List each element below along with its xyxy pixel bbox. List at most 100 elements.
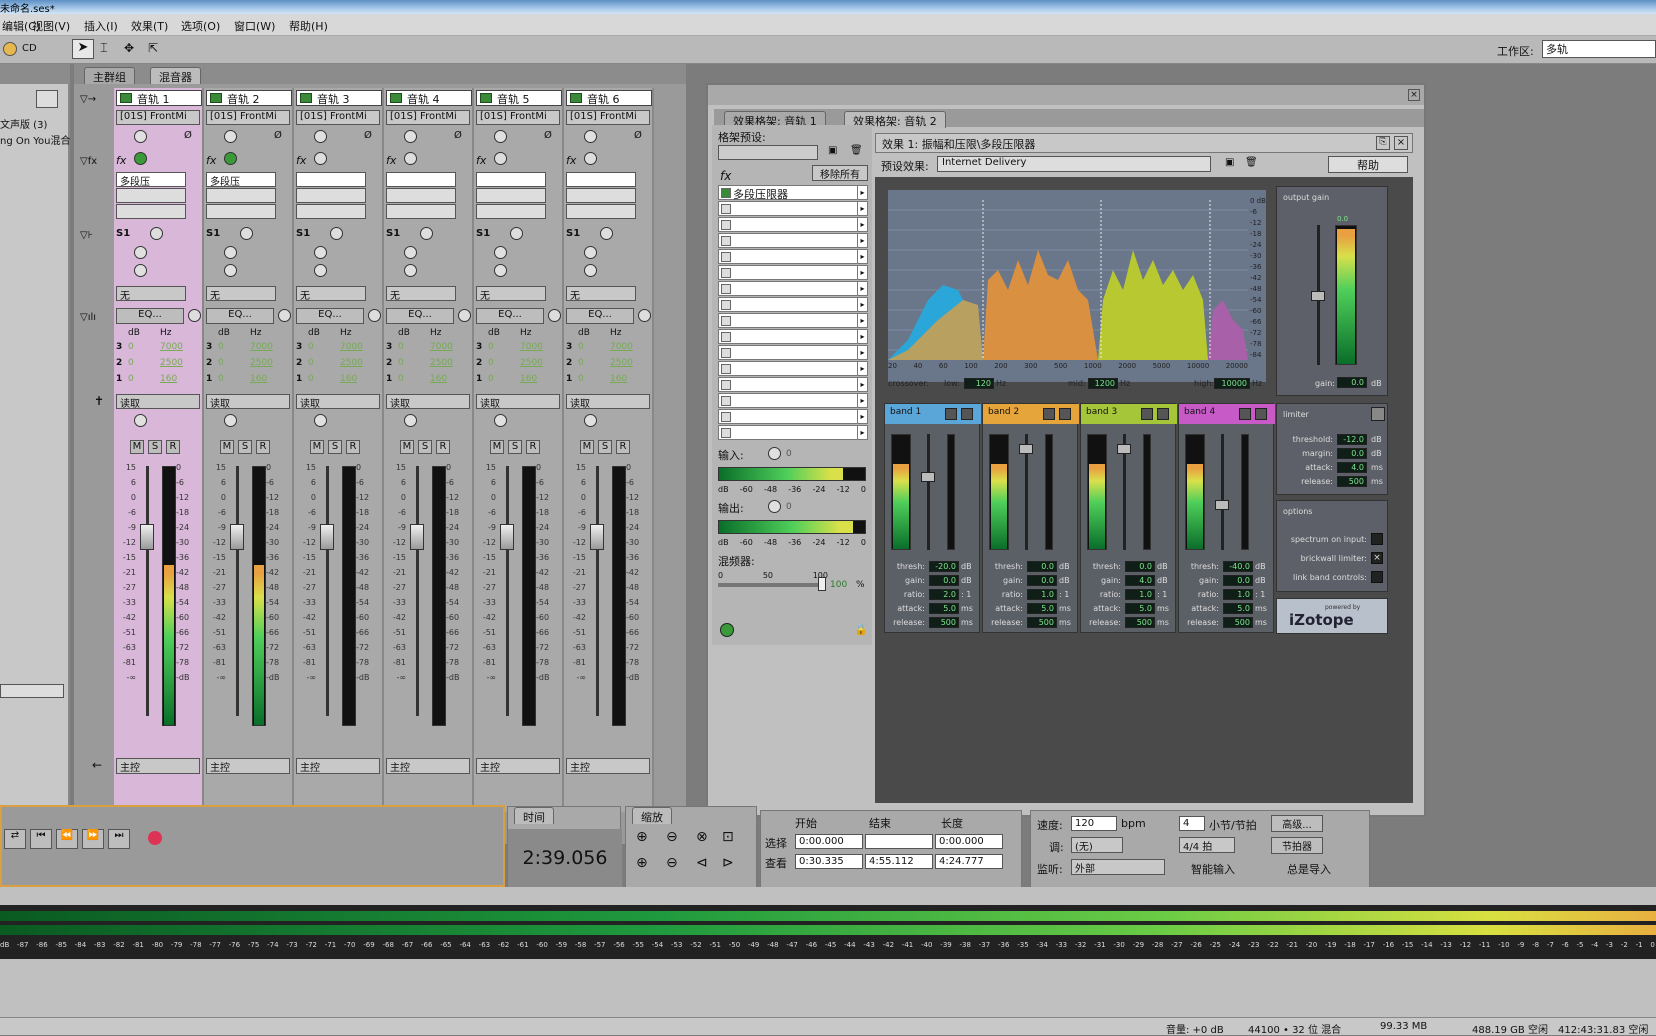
slot-power-icon[interactable] [721, 300, 731, 310]
hybrid-tool-icon[interactable]: ⇱ [148, 41, 158, 55]
eq-button[interactable]: EQ... [476, 308, 544, 324]
eq-power-icon[interactable] [368, 309, 381, 322]
automation-select[interactable]: 读取 [116, 394, 200, 409]
fx-slot[interactable] [206, 188, 276, 203]
panel-menu-icon[interactable] [36, 90, 58, 108]
record-icon[interactable] [148, 831, 162, 845]
limiter-release[interactable]: 500 [1337, 476, 1367, 487]
effect-slot[interactable]: ▸ [718, 377, 868, 392]
band-release-value[interactable]: 500 [929, 617, 959, 628]
effect-slot[interactable]: ▸ [718, 249, 868, 264]
power-icon[interactable] [494, 152, 507, 165]
band-solo-icon[interactable] [1043, 408, 1055, 420]
send-volume-knob[interactable] [314, 246, 327, 259]
fader-track[interactable] [146, 466, 149, 716]
zoom-right-icon[interactable]: ⊳ [722, 855, 734, 871]
input-select[interactable]: [01S] FrontMi [296, 110, 380, 125]
mute-button[interactable]: M [400, 440, 414, 454]
slot-power-icon[interactable] [721, 236, 731, 246]
eq-band-2-freq[interactable]: 2500 [610, 358, 633, 368]
eq-band-3-freq[interactable]: 7000 [340, 342, 363, 352]
send-pan-knob[interactable] [584, 264, 597, 277]
selection-end[interactable] [865, 834, 933, 849]
power-icon[interactable] [720, 623, 734, 637]
effect-slot[interactable]: ▸ [718, 201, 868, 216]
input-volume-knob[interactable] [404, 130, 417, 143]
fader-track[interactable] [326, 466, 329, 716]
eq-band-3-freq[interactable]: 7000 [520, 342, 543, 352]
slot-power-icon[interactable] [721, 284, 731, 294]
eq-band-3-freq[interactable]: 7000 [430, 342, 453, 352]
save-icon[interactable]: ▣ [1225, 157, 1234, 168]
volume-fader[interactable] [590, 524, 604, 550]
band-threshold-thumb[interactable] [1215, 500, 1229, 510]
slot-menu-icon[interactable]: ▸ [857, 234, 867, 247]
power-icon[interactable] [584, 152, 597, 165]
input-volume-knob[interactable] [224, 130, 237, 143]
eq-power-icon[interactable] [638, 309, 651, 322]
remove-all-button[interactable]: 移除所有 [812, 165, 868, 181]
output-row-icon[interactable]: ← [92, 758, 102, 772]
output-select[interactable]: 主控 [476, 758, 560, 774]
slot-power-icon[interactable] [721, 220, 731, 230]
slot-menu-icon[interactable]: ▸ [857, 298, 867, 311]
menu-window[interactable]: 窗口(W) [234, 18, 275, 34]
fx-slot[interactable] [566, 204, 636, 219]
input-select[interactable]: [01S] FrontMi [476, 110, 560, 125]
band-ratio-value[interactable]: 1.0 [1223, 589, 1253, 600]
eq-band-1-freq[interactable]: 160 [160, 374, 177, 384]
solo-button[interactable]: S [238, 440, 252, 454]
band-thresh-value[interactable]: -40.0 [1223, 561, 1253, 572]
effect-slot[interactable]: ▸ [718, 345, 868, 360]
band-bypass-icon[interactable] [1255, 408, 1267, 420]
high-crossover-value[interactable]: 10000 [1214, 378, 1250, 389]
monitor-select[interactable]: 外部 [1071, 859, 1165, 875]
cd-label[interactable]: CD [22, 43, 37, 54]
band-threshold-slider[interactable] [1221, 434, 1224, 550]
solo-button[interactable]: S [598, 440, 612, 454]
input-select[interactable]: [01S] FrontMi [566, 110, 650, 125]
volume-fader[interactable] [410, 524, 424, 550]
eq-button[interactable]: EQ... [386, 308, 454, 324]
effect-slot[interactable]: ▸ [718, 313, 868, 328]
effect-slot[interactable]: ▸ [718, 265, 868, 280]
band-threshold-thumb[interactable] [1117, 444, 1131, 454]
menu-help[interactable]: 帮助(H) [289, 18, 328, 34]
fx-slot[interactable]: 多段压 [116, 172, 186, 187]
send-output-select[interactable]: 无 [206, 286, 276, 301]
eq-button[interactable]: EQ... [566, 308, 634, 324]
slot-menu-icon[interactable]: ▸ [857, 378, 867, 391]
fx-slot[interactable] [566, 188, 636, 203]
send-row-icon[interactable]: ▽⊦ [80, 230, 93, 241]
tempo-input[interactable]: 120 [1071, 816, 1117, 831]
slot-menu-icon[interactable]: ▸ [857, 266, 867, 279]
delete-icon[interactable]: 🗑 [1245, 157, 1258, 168]
zoom-selection-icon[interactable]: ⊡ [722, 829, 734, 845]
beats-input[interactable]: 4 [1179, 816, 1205, 831]
band-bypass-icon[interactable] [961, 408, 973, 420]
volume-fader[interactable] [320, 524, 334, 550]
slot-menu-icon[interactable]: ▸ [857, 218, 867, 231]
eq-power-icon[interactable] [278, 309, 291, 322]
slot-power-icon[interactable] [721, 332, 731, 342]
slot-menu-icon[interactable]: ▸ [857, 394, 867, 407]
limiter-attack[interactable]: 4.0 [1337, 462, 1367, 473]
fader-track[interactable] [236, 466, 239, 716]
slot-power-icon[interactable] [721, 204, 731, 214]
slot-menu-icon[interactable]: ▸ [857, 186, 867, 199]
input-knob[interactable] [768, 447, 781, 460]
pan-knob[interactable] [404, 414, 417, 427]
output-knob[interactable] [768, 500, 781, 513]
fader-track[interactable] [506, 466, 509, 716]
selection-start[interactable]: 0:00.000 [795, 834, 863, 849]
lock-icon[interactable]: 🔒 [854, 623, 868, 636]
fx-slot[interactable] [116, 204, 186, 219]
effect-slot[interactable]: ▸ [718, 329, 868, 344]
record-arm-button[interactable]: R [256, 440, 270, 454]
select-tool-icon[interactable]: ➤ [72, 39, 94, 59]
eq-power-icon[interactable] [548, 309, 561, 322]
pan-knob[interactable] [134, 414, 147, 427]
solo-button[interactable]: S [418, 440, 432, 454]
record-arm-button[interactable]: R [436, 440, 450, 454]
smart-input-label[interactable]: 智能输入 [1191, 861, 1235, 877]
